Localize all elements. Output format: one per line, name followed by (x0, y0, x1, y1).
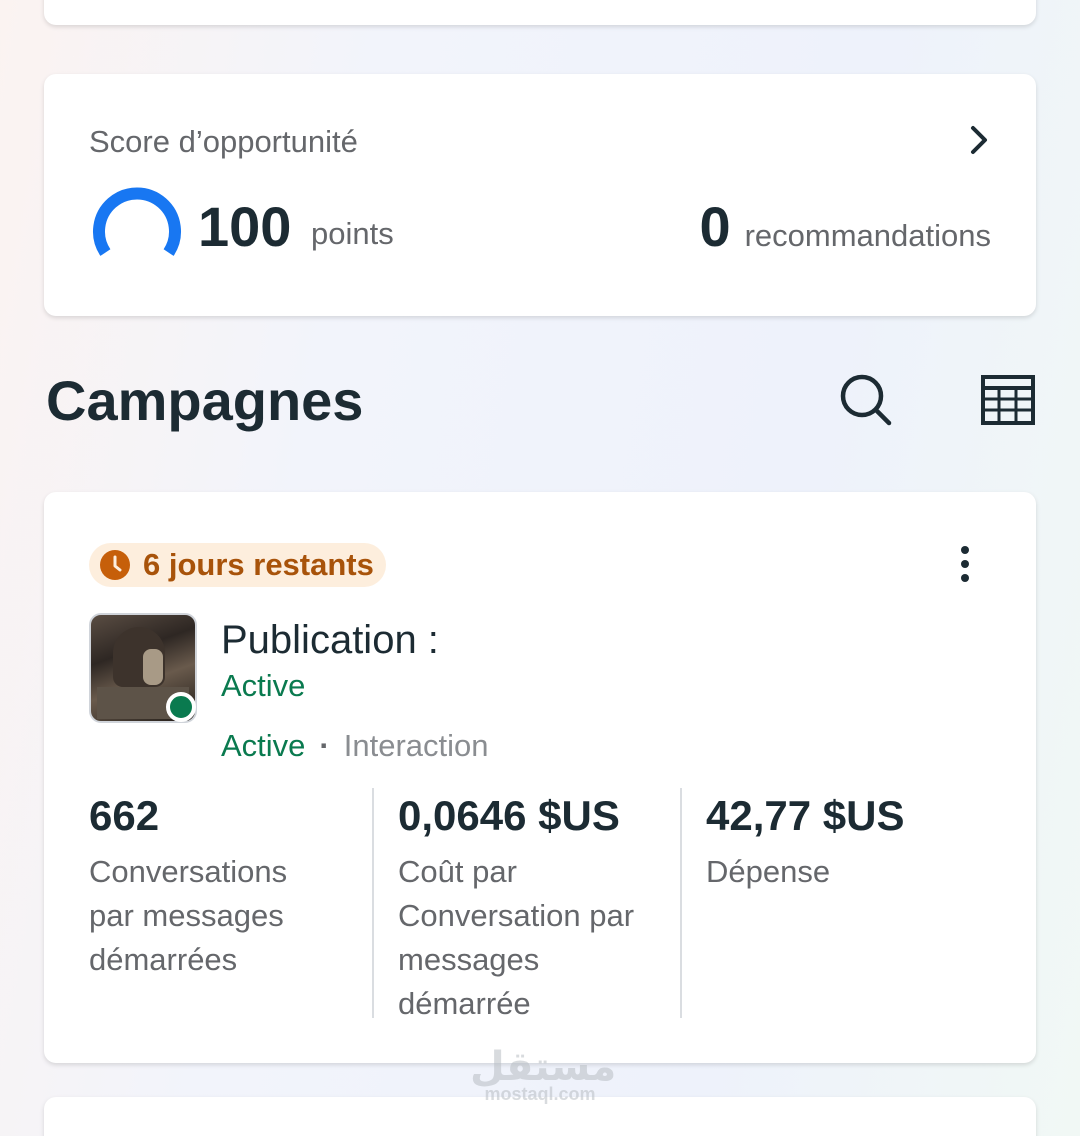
campaigns-heading: Campagnes (46, 369, 364, 432)
metric-cost-per-conversation: 0,0646 $US Coût par Conversation par mes… (398, 792, 648, 1026)
metric-conversations: 662 Conversations par messages démarrées (89, 792, 339, 982)
days-remaining-badge: 6 jours restants (89, 543, 386, 587)
opportunity-score-card[interactable]: Score d’opportunité 100 points 0 recomma… (44, 74, 1036, 316)
metric-value: 662 (89, 792, 160, 839)
metric-label: Conversations par messages démarrées (89, 854, 288, 977)
metric-value: 42,77 $US (706, 792, 905, 839)
recommendations-value: 0 (699, 195, 731, 258)
score-label: Score d’opportunité (89, 124, 358, 159)
campaign-goal: Interaction (343, 728, 489, 763)
score-points-value: 100 (198, 195, 292, 258)
metric-value: 0,0646 $US (398, 792, 620, 839)
metric-divider (680, 788, 682, 1018)
search-icon[interactable] (838, 372, 894, 428)
recommendations-count: 0 recommandations (699, 194, 991, 259)
watermark: مستقل mostaql.com (470, 1044, 614, 1105)
metric-spend: 42,77 $US Dépense (706, 792, 956, 894)
campaign-status-row: Active · Interaction (221, 728, 489, 764)
metric-label: Dépense (706, 854, 831, 889)
more-options-icon[interactable] (950, 544, 980, 584)
campaign-status: Active (221, 668, 306, 703)
score-gauge-icon (93, 187, 181, 256)
watermark-url: mostaql.com (484, 1084, 596, 1104)
chevron-right-icon[interactable] (962, 122, 998, 158)
status-separator: · (319, 728, 330, 763)
table-view-icon[interactable] (980, 374, 1036, 426)
campaign-status-secondary: Active (221, 728, 306, 763)
score-points-unit: points (311, 216, 394, 251)
metric-label: Coût par Conversation par messages démar… (398, 854, 635, 1021)
metric-divider (372, 788, 374, 1018)
previous-card (44, 0, 1036, 25)
campaign-card[interactable]: 6 jours restants Publication : Active Ac… (44, 492, 1036, 1063)
recommendations-unit: recommandations (744, 218, 991, 253)
campaign-title[interactable]: Publication : (221, 618, 439, 663)
clock-icon (100, 550, 130, 580)
days-remaining-text: 6 jours restants (143, 547, 374, 582)
active-status-dot (166, 692, 196, 722)
